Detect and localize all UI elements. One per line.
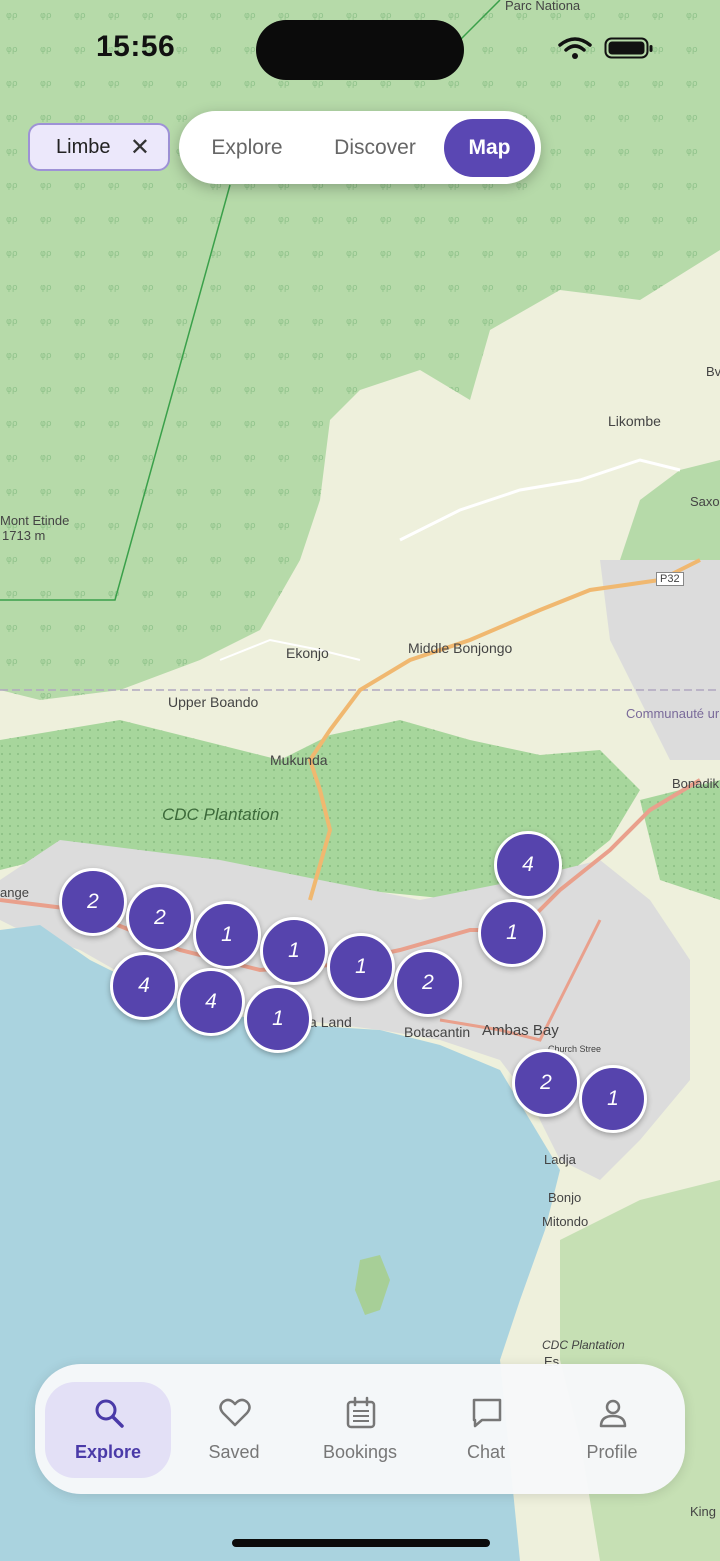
heart-icon	[219, 1398, 251, 1427]
view-option-discover[interactable]: Discover	[319, 111, 431, 184]
map-label: Middle Bonjongo	[408, 640, 513, 656]
tab-label: Chat	[466, 1442, 506, 1462]
calendar-icon	[346, 1396, 376, 1429]
map-label: Bv	[706, 364, 720, 379]
map-label: Bonadik	[672, 776, 719, 791]
map-label: Ekonjo	[286, 645, 329, 661]
view-option-map[interactable]: Map	[444, 119, 535, 177]
map-label: CDC Plantation	[542, 1338, 625, 1352]
map-label: Botacantin	[404, 1024, 471, 1040]
map-cluster-marker[interactable]: 2	[512, 1049, 580, 1117]
map-label: CDC Plantation	[162, 805, 280, 824]
map-cluster-marker[interactable]: 2	[126, 884, 194, 952]
dynamic-island	[256, 20, 464, 80]
chat-icon	[472, 1398, 502, 1428]
map-label: Saxo	[690, 494, 720, 509]
map-label: Ambas Bay	[482, 1022, 559, 1039]
wifi-icon	[558, 37, 592, 59]
road-shield: P32	[656, 572, 684, 586]
map-view[interactable]: φρ	[0, 0, 720, 1561]
tab-profile[interactable]: Profile	[549, 1382, 675, 1478]
map-label: Mitondo	[542, 1214, 589, 1229]
map-cluster-marker[interactable]: 4	[110, 952, 178, 1020]
location-filter-label: Limbe	[56, 135, 111, 158]
map-cluster-marker[interactable]: 1	[193, 901, 261, 969]
close-icon[interactable]: ✕	[130, 133, 150, 162]
map-cluster-marker[interactable]: 2	[394, 949, 462, 1017]
tab-bookings[interactable]: Bookings	[297, 1382, 423, 1478]
map-label: Upper Boando	[168, 694, 259, 710]
tab-explore[interactable]: Explore	[45, 1382, 171, 1478]
map-cluster-marker[interactable]: 1	[244, 985, 312, 1053]
view-option-explore[interactable]: Explore	[193, 111, 301, 184]
map-label: Likombe	[608, 413, 661, 429]
home-indicator	[232, 1539, 490, 1547]
tab-label: Saved	[208, 1442, 260, 1462]
map-cluster-marker[interactable]: 1	[260, 917, 328, 985]
map-cluster-marker[interactable]: 2	[59, 868, 127, 936]
map-label: Bonjo	[548, 1190, 582, 1205]
map-cluster-marker[interactable]: 4	[177, 968, 245, 1036]
map-label: Ladja	[544, 1152, 576, 1167]
tab-label: Bookings	[322, 1442, 398, 1462]
user-icon	[599, 1399, 627, 1428]
tab-chat[interactable]: Chat	[423, 1382, 549, 1478]
map-label: Mont Etinde	[0, 513, 70, 528]
map-label: King	[690, 1504, 717, 1519]
map-label: Mukunda	[270, 752, 328, 768]
tab-label: Profile	[586, 1442, 638, 1462]
map-label: Communauté ur	[626, 706, 720, 721]
map-cluster-marker[interactable]: 4	[494, 831, 562, 899]
location-filter-chip[interactable]: Limbe ✕	[28, 123, 170, 171]
map-cluster-marker[interactable]: 1	[327, 933, 395, 1001]
tab-saved[interactable]: Saved	[171, 1382, 297, 1478]
map-label: ange	[0, 885, 29, 900]
search-icon	[95, 1399, 124, 1428]
map-cluster-marker[interactable]: 1	[579, 1065, 647, 1133]
map-label: 1713 m	[2, 528, 46, 543]
map-cluster-marker[interactable]: 1	[478, 899, 546, 967]
tab-label: Explore	[74, 1442, 142, 1462]
status-bar: 15:56	[0, 0, 720, 100]
view-switch: Explore Discover Map	[179, 111, 541, 184]
status-time: 15:56	[96, 30, 176, 63]
bottom-tab-bar: Explore Saved Bookings Chat Profile	[35, 1364, 685, 1494]
map-canvas: φρ	[0, 0, 720, 1561]
battery-icon	[604, 37, 653, 59]
